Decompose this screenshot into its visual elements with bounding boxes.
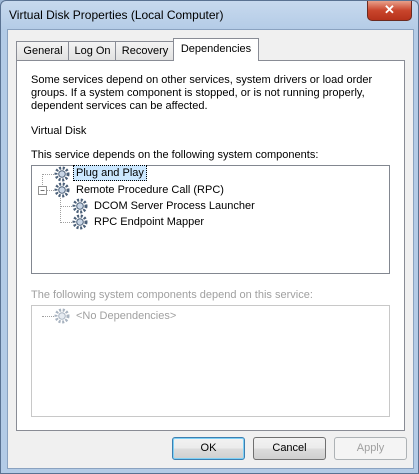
tree-node-label: RPC Endpoint Mapper <box>94 216 205 228</box>
window-title: Virtual Disk Properties (Local Computer) <box>9 8 224 22</box>
dependents-label: The following system components depend o… <box>31 289 313 301</box>
gear-icon <box>54 308 70 324</box>
tree-node-label: DCOM Server Process Launcher <box>94 200 255 212</box>
tree-node-label: Plug and Play <box>73 165 147 181</box>
gear-icon <box>54 182 70 198</box>
minus-expander-icon[interactable]: − <box>38 186 47 195</box>
close-button[interactable]: ✕ <box>367 1 412 21</box>
apply-button: Apply <box>334 437 407 460</box>
close-icon: ✕ <box>384 2 395 17</box>
tab-recovery[interactable]: Recovery <box>115 41 175 60</box>
gear-icon <box>72 198 88 214</box>
properties-window: Virtual Disk Properties (Local Computer)… <box>0 0 419 474</box>
tree-node-label: <No Dependencies> <box>76 310 177 322</box>
dialog-client: General Log On Recovery Dependencies Som… <box>7 29 414 469</box>
description-text: Some services depend on other services, … <box>31 74 373 112</box>
gear-icon <box>72 214 88 230</box>
ok-button[interactable]: OK <box>172 437 245 460</box>
tab-general[interactable]: General <box>16 41 70 60</box>
tree-node-label: Remote Procedure Call (RPC) <box>76 184 224 196</box>
tab-log-on[interactable]: Log On <box>68 41 117 60</box>
cancel-button[interactable]: Cancel <box>253 437 326 460</box>
service-name: Virtual Disk <box>31 125 87 137</box>
depends-on-label: This service depends on the following sy… <box>31 149 319 161</box>
dependents-tree[interactable]: <No Dependencies> <box>31 305 390 417</box>
dependencies-panel: Some services depend on other services, … <box>16 60 405 431</box>
title-bar[interactable]: Virtual Disk Properties (Local Computer)… <box>1 1 418 29</box>
depends-on-tree[interactable]: Plug and Play − Remote Procedure Call (R… <box>31 165 390 274</box>
gear-icon <box>54 166 70 182</box>
tab-dependencies[interactable]: Dependencies <box>173 38 259 61</box>
